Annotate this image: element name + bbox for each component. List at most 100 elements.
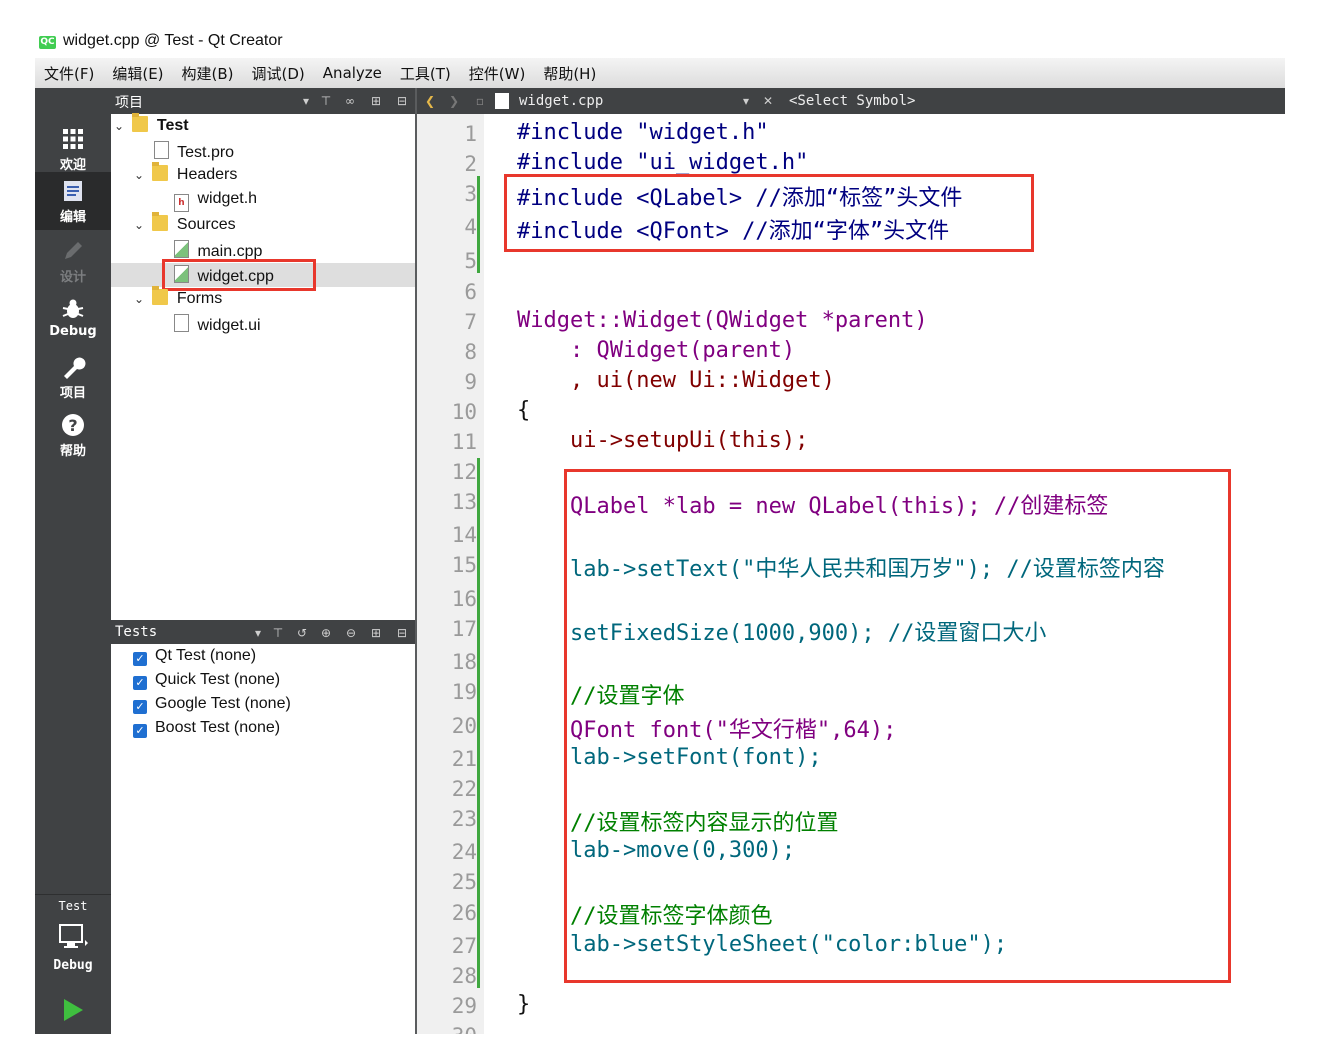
tree-node-sources[interactable]: ⌄ Sources: [134, 212, 236, 239]
tree-node-label: Test.pro: [177, 144, 235, 161]
chevron-down-icon[interactable]: ▾: [739, 94, 753, 108]
menu-tools[interactable]: 工具(T): [400, 63, 451, 84]
code-line[interactable]: #include "ui_widget.h": [517, 150, 808, 175]
menu-help[interactable]: 帮助(H): [543, 63, 596, 84]
collapse-icon[interactable]: ⊖: [344, 626, 358, 640]
tree-node-forms[interactable]: ⌄ Forms: [134, 286, 223, 313]
tree-node-widget-ui[interactable]: widget.ui: [174, 314, 261, 338]
checkbox-icon[interactable]: ✓: [133, 724, 147, 738]
code-line[interactable]: ui->setupUi(this);: [517, 428, 808, 453]
folder-icon: [152, 162, 169, 181]
mode-welcome[interactable]: 欢迎: [35, 120, 111, 176]
tree-node-pro-file[interactable]: Test.pro: [154, 141, 234, 165]
line-number: 3: [464, 182, 477, 206]
chevron-down-icon[interactable]: ▾: [299, 94, 313, 108]
expand-icon[interactable]: ⊕: [319, 626, 333, 640]
mode-projects[interactable]: 项目: [35, 348, 111, 404]
code-line[interactable]: }: [517, 992, 530, 1017]
link-icon[interactable]: ∞: [343, 94, 357, 108]
menu-build[interactable]: 构建(B): [182, 63, 234, 84]
svg-text:?: ?: [68, 416, 77, 435]
folder-icon: [152, 286, 169, 305]
tree-node-widget-h[interactable]: h widget.h: [174, 190, 257, 214]
mode-label: Debug: [49, 324, 97, 339]
code-line[interactable]: #include "widget.h": [517, 120, 769, 145]
code-line[interactable]: Widget::Widget(QWidget *parent): [517, 308, 928, 333]
checkbox-icon[interactable]: ✓: [133, 652, 147, 666]
mode-label: 设计: [59, 270, 86, 285]
chevron-down-icon[interactable]: ⌄: [134, 292, 148, 306]
line-number: 11: [451, 430, 477, 454]
play-icon: [64, 999, 83, 1021]
refresh-icon[interactable]: ↺: [295, 626, 309, 640]
code-line[interactable]: , ui(new Ui::Widget): [517, 368, 835, 393]
monitor-icon: [59, 924, 88, 948]
code-line[interactable]: {: [517, 398, 530, 423]
chevron-down-icon[interactable]: ⌄: [134, 168, 148, 182]
chevron-down-icon[interactable]: ▾: [251, 626, 265, 640]
line-number: 12: [451, 460, 477, 484]
mode-edit[interactable]: 编辑: [35, 172, 111, 230]
mode-debug[interactable]: Debug: [35, 290, 111, 346]
tree-node-label: Forms: [176, 290, 223, 307]
test-item-label: Google Test (none): [155, 695, 291, 712]
tests-pane-title: Tests: [115, 624, 158, 640]
run-button[interactable]: [59, 996, 87, 1024]
menu-analyze[interactable]: Analyze: [323, 64, 382, 82]
test-item[interactable]: ✓ Boost Test (none): [133, 719, 280, 741]
line-number: 22: [451, 777, 477, 801]
tree-node-label: widget.h: [197, 190, 258, 207]
split-icon[interactable]: ⊞: [369, 626, 383, 640]
bug-icon: [62, 299, 84, 318]
menu-widgets[interactable]: 控件(W): [469, 63, 526, 84]
checkbox-icon[interactable]: ✓: [133, 700, 147, 714]
close-pane-icon[interactable]: ⊟: [395, 94, 409, 108]
chevron-down-icon[interactable]: ⌄: [114, 119, 128, 133]
code-line[interactable]: : QWidget(parent): [517, 338, 795, 363]
line-number: 18: [451, 650, 477, 674]
test-item[interactable]: ✓ Quick Test (none): [133, 671, 280, 693]
grid-icon: [63, 129, 83, 149]
close-pane-icon[interactable]: ⊟: [395, 626, 409, 640]
folder-icon: [152, 212, 169, 231]
mode-help[interactable]: ? 帮助: [35, 406, 111, 462]
test-item-label: Boost Test (none): [155, 719, 281, 736]
close-file-icon[interactable]: ✕: [761, 94, 775, 108]
line-number: 24: [451, 840, 477, 864]
menu-edit[interactable]: 编辑(E): [112, 63, 163, 84]
open-file-name[interactable]: widget.cpp: [519, 93, 603, 109]
mode-label: 帮助: [59, 444, 86, 459]
line-number: 29: [451, 994, 477, 1018]
checkbox-icon[interactable]: ✓: [133, 676, 147, 690]
filter-icon[interactable]: ⊤: [271, 626, 285, 640]
forward-arrow-icon[interactable]: ❯: [447, 94, 461, 108]
filter-icon[interactable]: ⊤: [319, 94, 333, 108]
tree-node-label: widget.ui: [197, 317, 261, 334]
mode-design[interactable]: 设计: [35, 232, 111, 288]
tree-node-project[interactable]: ⌄ Test: [114, 113, 189, 140]
kit-selector[interactable]: [57, 922, 89, 956]
wrench-icon: [64, 357, 86, 379]
line-number: 26: [451, 901, 477, 925]
tree-node-headers[interactable]: ⌄ Headers: [134, 162, 237, 189]
line-number: 14: [451, 523, 477, 547]
mode-label: 项目: [59, 386, 86, 401]
chevron-down-icon[interactable]: ⌄: [134, 218, 148, 232]
menu-file[interactable]: 文件(F): [44, 63, 94, 84]
back-arrow-icon[interactable]: ❮: [423, 94, 437, 108]
lock-icon: ▫: [475, 94, 485, 108]
line-number: 15: [451, 553, 477, 577]
split-icon[interactable]: ⊞: [369, 94, 383, 108]
line-number: 4: [464, 215, 477, 239]
menu-debug[interactable]: 调试(D): [252, 63, 305, 84]
project-pane-header: 项目 ▾ ⊤ ∞ ⊞ ⊟: [111, 88, 415, 114]
menubar: 文件(F) 编辑(E) 构建(B) 调试(D) Analyze 工具(T) 控件…: [35, 58, 1285, 88]
modified-bar: [477, 176, 480, 273]
source-file-icon: [495, 93, 509, 109]
highlight-box-label-code: [564, 469, 1231, 983]
test-item[interactable]: ✓ Qt Test (none): [133, 647, 256, 669]
line-number: 13: [451, 490, 477, 514]
symbol-selector[interactable]: <Select Symbol>: [789, 93, 915, 109]
test-item[interactable]: ✓ Google Test (none): [133, 695, 291, 717]
line-number: 8: [464, 340, 477, 364]
